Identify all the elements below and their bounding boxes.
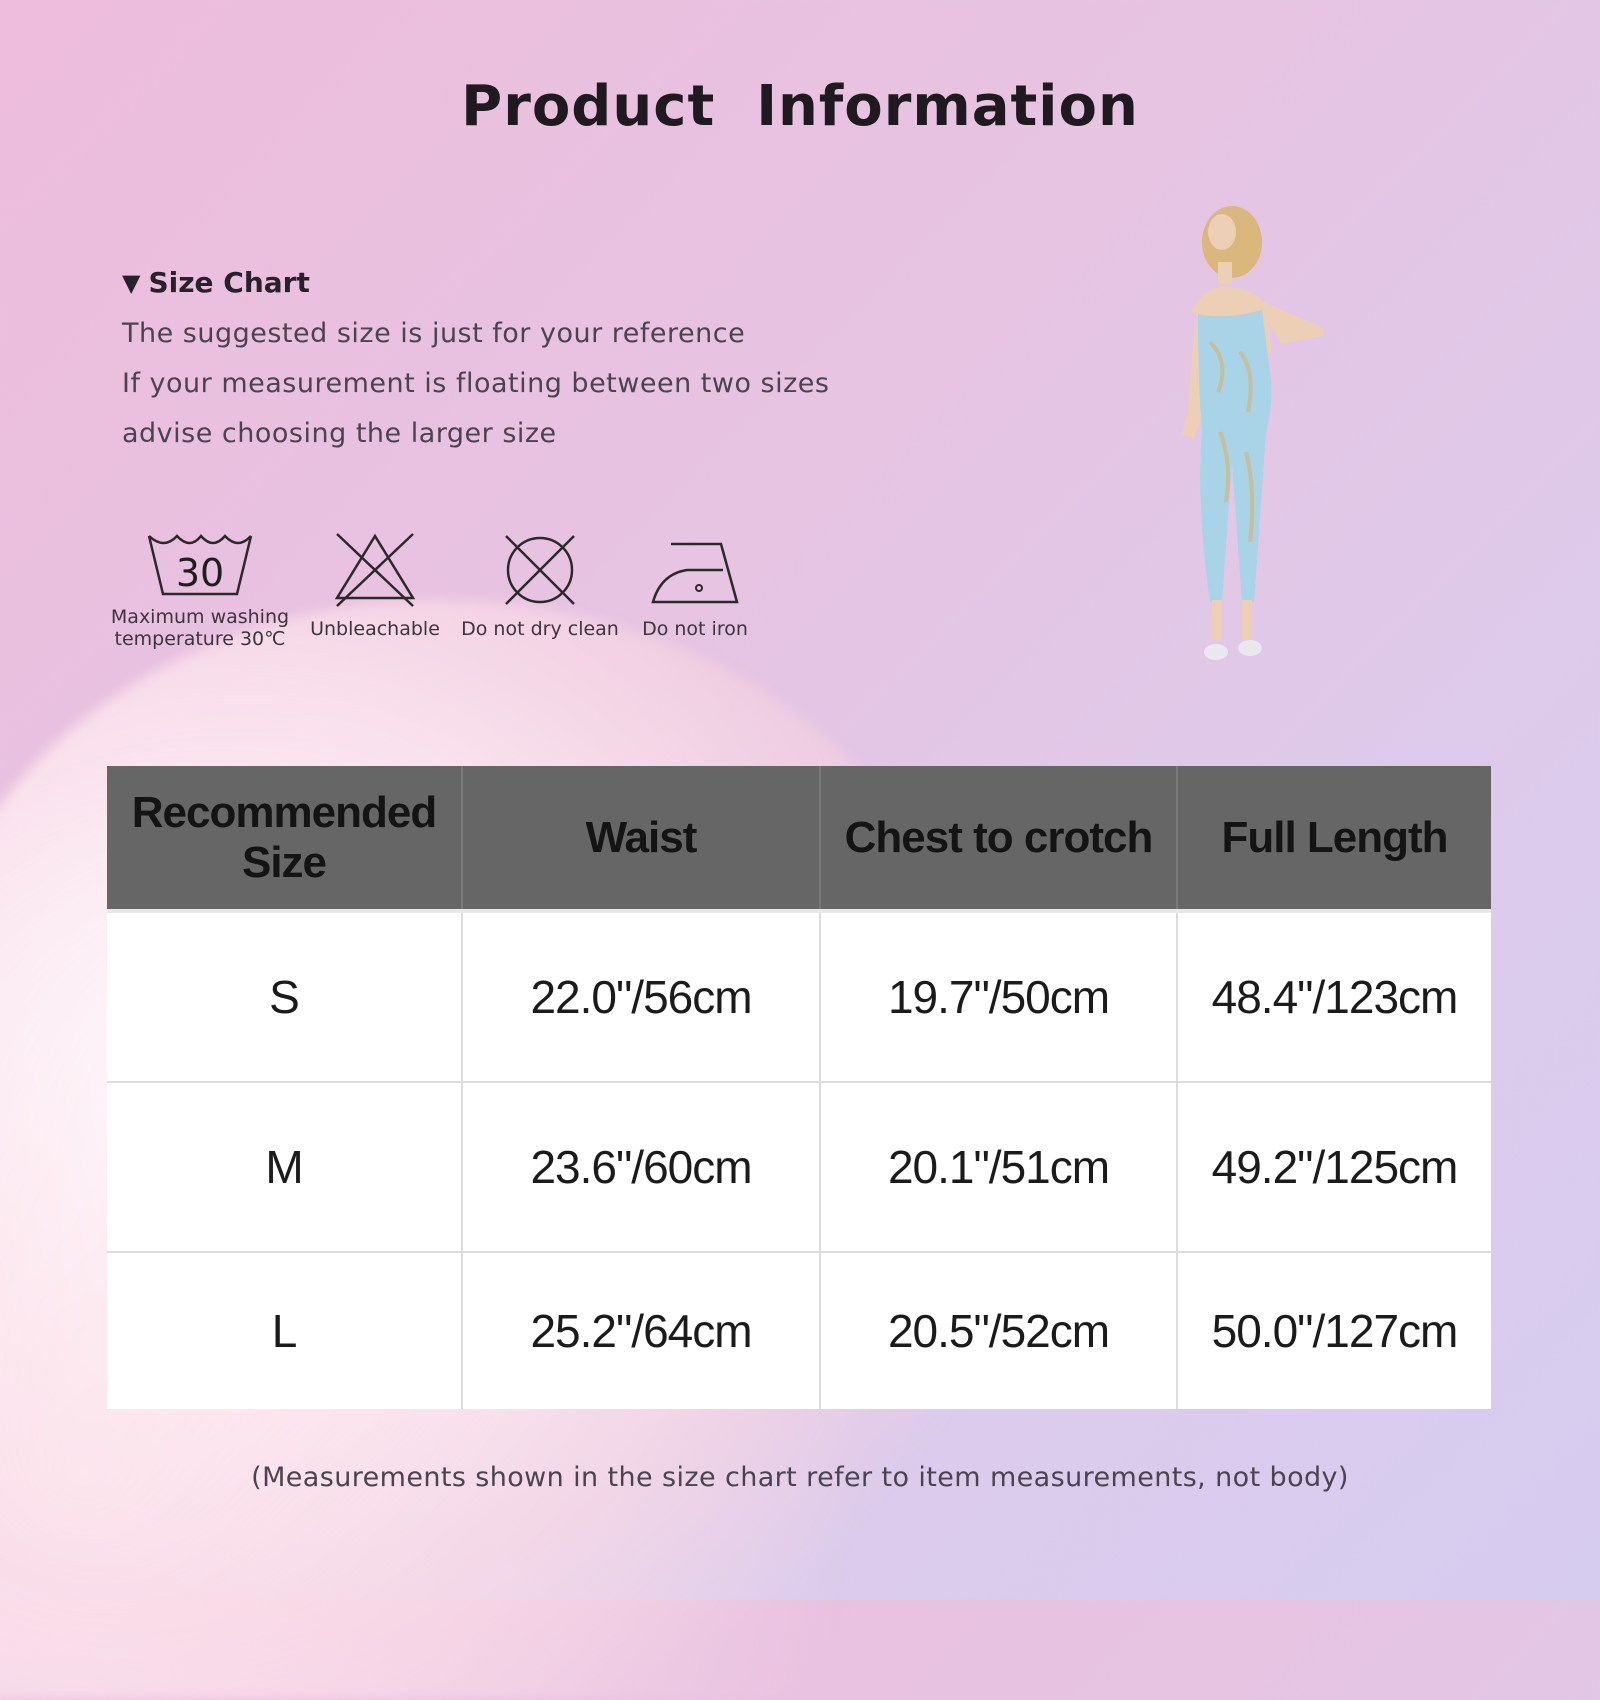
iron-icon [651,542,739,604]
cell-size: M [107,1081,463,1252]
measurement-footnote: (Measurements shown in the size chart re… [251,1462,1349,1493]
header-full-length: Full Length [1177,766,1491,911]
triangle-down-icon: ▼ [122,268,141,297]
wash-label-1: Maximum washing [110,606,290,628]
cell-size: L [107,1251,463,1409]
cell-waist: 22.0"/56cm [462,909,821,1082]
no-dry-clean-icon [505,535,575,605]
wash-30-icon: 30 [147,534,253,596]
care-dryclean: Do not dry clean [460,530,620,640]
care-wash: 30 Maximum washing temperature 30℃ [110,530,290,650]
size-note-1: The suggested size is just for your refe… [122,318,746,349]
table-row: L 25.2"/64cm 20.5"/52cm 50.0"/127cm [107,1251,1491,1409]
size-table: Recommended Size Waist Chest to crotch F… [107,766,1491,1409]
cell-full-length: 49.2"/125cm [1177,1081,1491,1252]
svg-text:30: 30 [176,551,224,595]
header-waist: Waist [462,766,821,911]
cell-chest-to-crotch: 20.5"/52cm [820,1251,1178,1409]
table-row: S 22.0"/56cm 19.7"/50cm 48.4"/123cm [107,909,1491,1082]
cell-full-length: 48.4"/123cm [1177,909,1491,1082]
model-photo [1182,206,1325,660]
size-chart-heading: ▼ Size Chart [122,266,310,299]
iron-label: Do not iron [642,618,748,640]
care-bleach: Unbleachable [305,530,445,640]
cell-waist: 25.2"/64cm [462,1251,821,1409]
header-recommended-size: Recommended Size [107,766,463,911]
table-row: M 23.6"/60cm 20.1"/51cm 49.2"/125cm [107,1081,1491,1252]
cell-chest-to-crotch: 19.7"/50cm [820,909,1178,1082]
bleach-label: Unbleachable [310,618,440,640]
dryclean-label: Do not dry clean [461,618,619,640]
care-iron: Do not iron [625,530,765,640]
no-bleach-icon [334,533,416,607]
size-chart-label: Size Chart [148,266,310,299]
cell-size: S [107,909,463,1082]
page-title: Product Information [461,74,1139,139]
header-chest-to-crotch: Chest to crotch [820,766,1178,911]
cell-chest-to-crotch: 20.1"/51cm [820,1081,1178,1252]
size-note-3: advise choosing the larger size [122,418,557,449]
wash-label-2: temperature 30℃ [114,628,286,650]
cell-full-length: 50.0"/127cm [1177,1251,1491,1409]
size-note-2: If your measurement is floating between … [122,368,830,399]
table-header-row: Recommended Size Waist Chest to crotch F… [107,766,1491,911]
cell-waist: 23.6"/60cm [462,1081,821,1252]
